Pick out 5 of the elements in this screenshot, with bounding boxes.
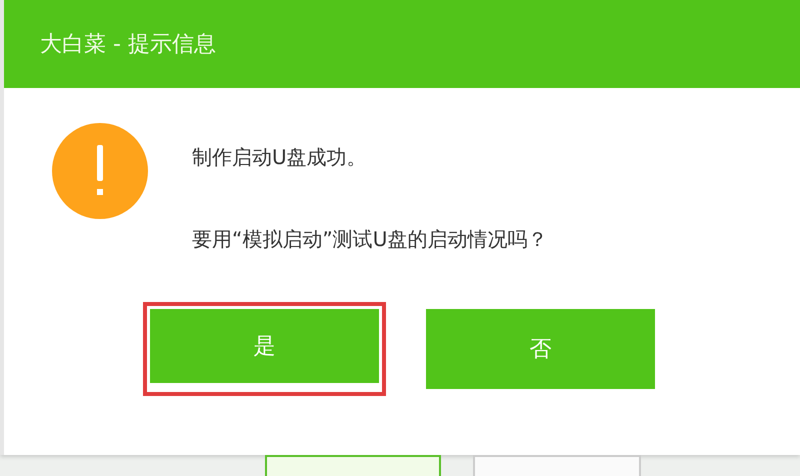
message-text: 要用“模拟启动”测试U盘的启动情况吗？ bbox=[192, 227, 548, 251]
message-text: 制作启动U盘成功。 bbox=[192, 145, 368, 169]
window-title: 大白菜 - 提示信息 bbox=[40, 30, 216, 58]
warning-icon bbox=[52, 123, 148, 219]
dialog-button[interactable]: 否 bbox=[426, 309, 655, 389]
